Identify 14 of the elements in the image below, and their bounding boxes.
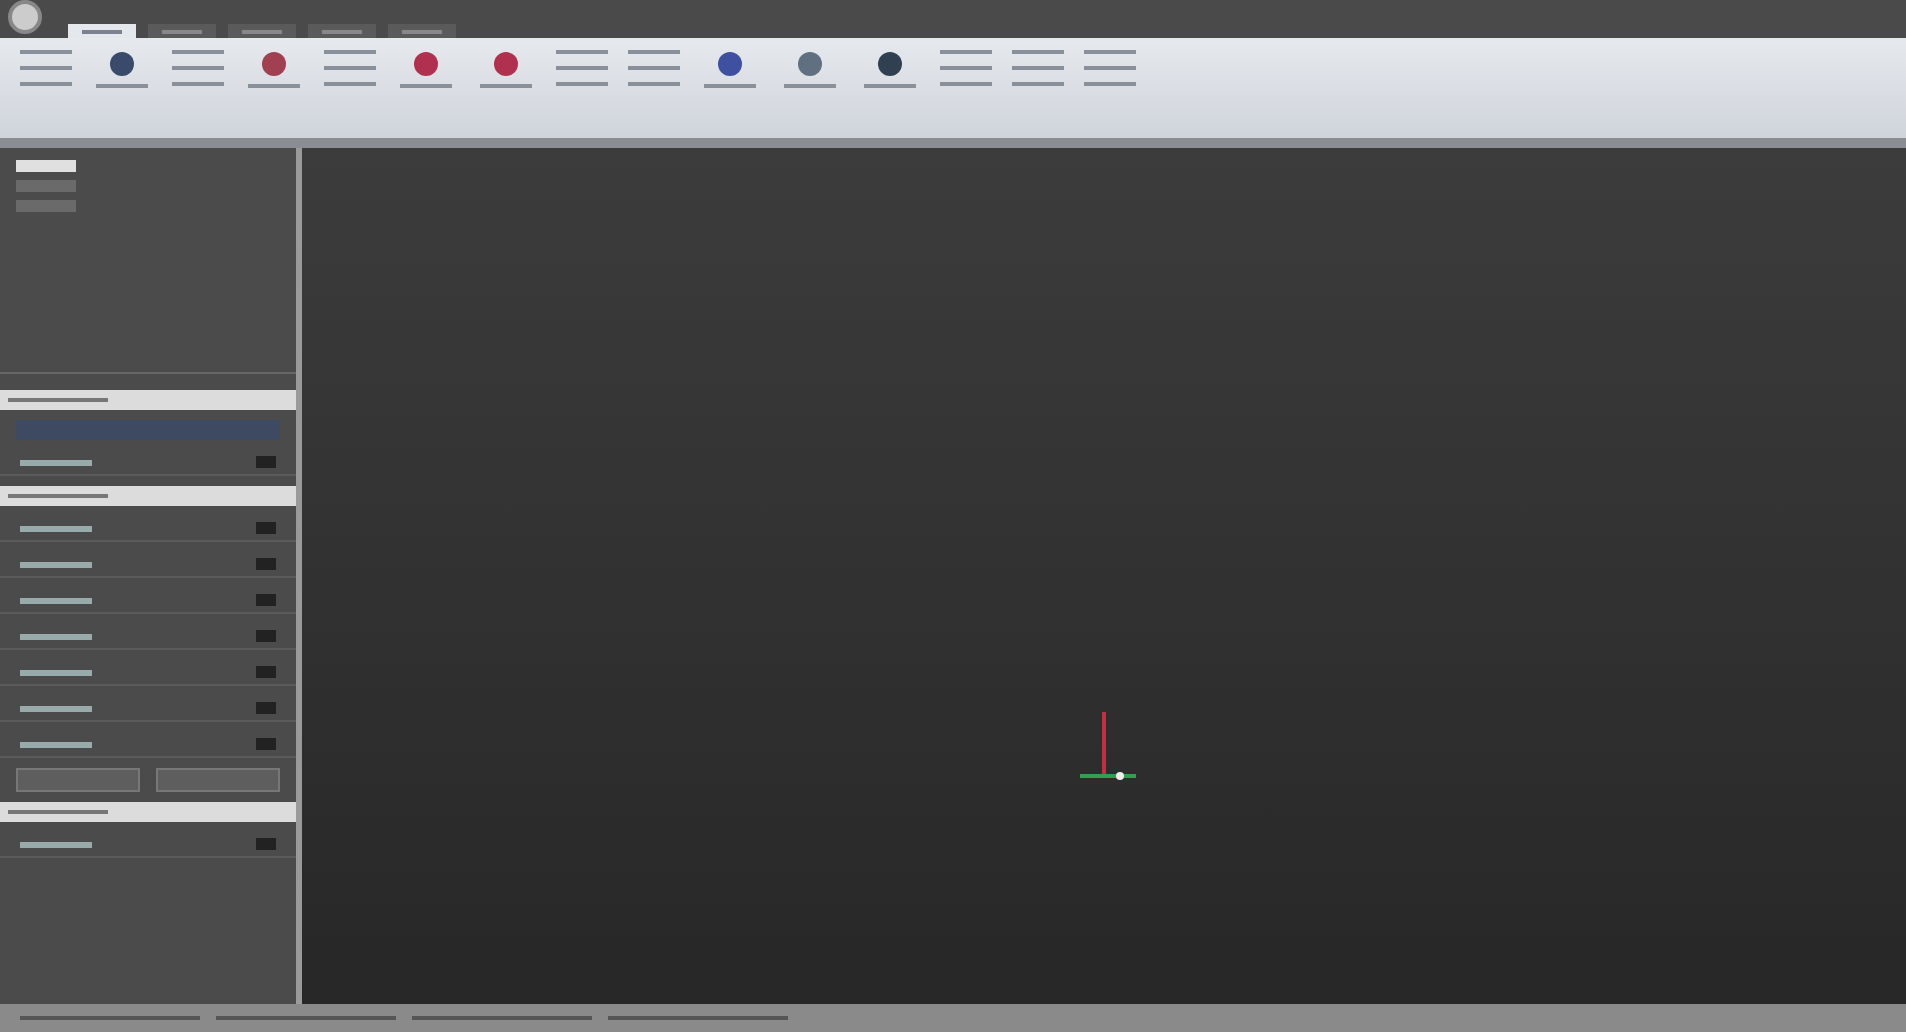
section-header[interactable] (0, 802, 296, 822)
property-row[interactable] (0, 832, 296, 858)
property-row[interactable] (0, 624, 296, 650)
property-row[interactable] (0, 516, 296, 542)
app-logo-icon[interactable] (8, 0, 42, 34)
ribbon-tab[interactable] (68, 24, 136, 38)
section-header[interactable] (0, 390, 296, 410)
property-row[interactable] (0, 450, 296, 476)
property-row[interactable] (0, 552, 296, 578)
property-row[interactable] (0, 696, 296, 722)
property-row[interactable] (0, 660, 296, 686)
section-header[interactable] (0, 486, 296, 506)
property-row[interactable] (0, 588, 296, 614)
property-row[interactable] (0, 732, 296, 758)
